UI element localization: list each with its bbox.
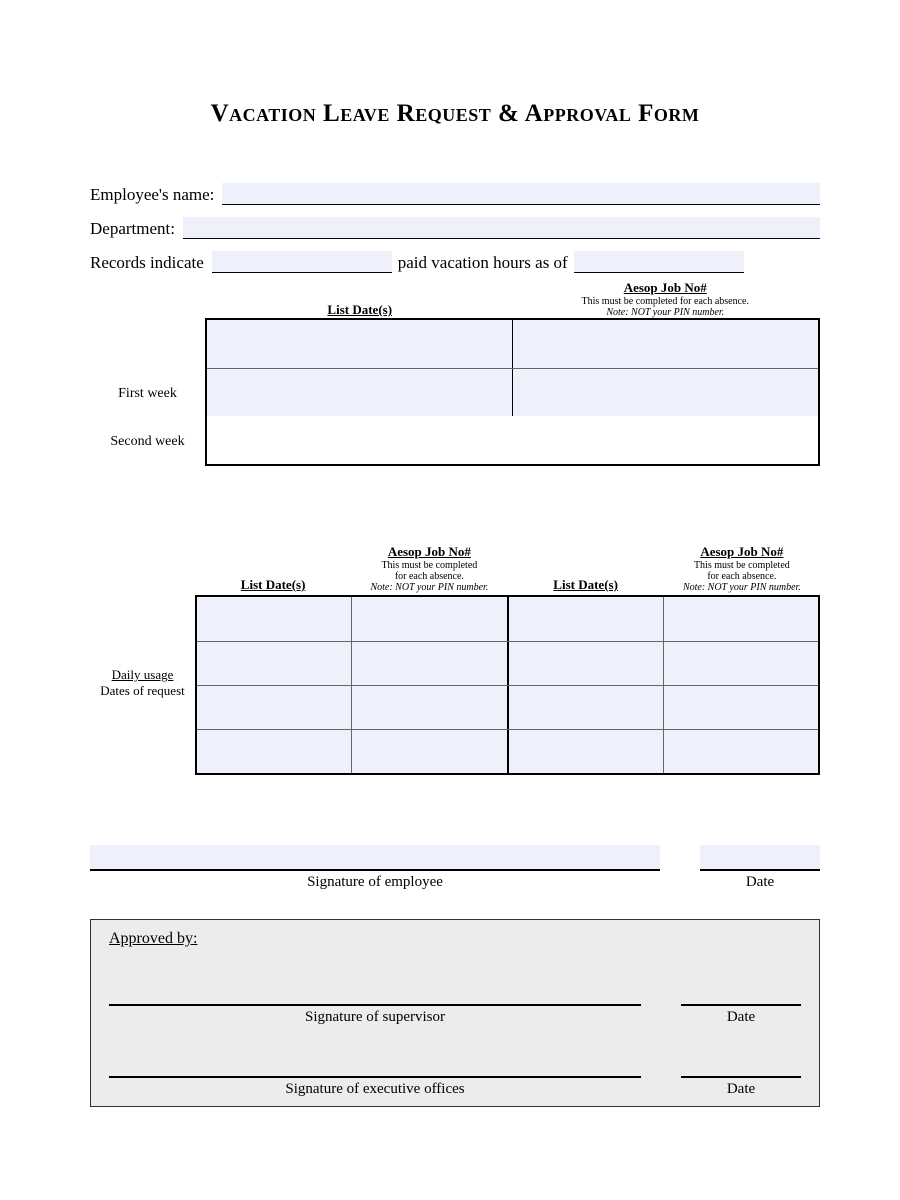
executive-date-input[interactable] [681, 1030, 801, 1078]
week-col-job-header: Aesop Job No# [513, 280, 819, 296]
daily-col1-date-header: List Date(s) [195, 577, 351, 593]
daily-r4c4[interactable] [663, 730, 818, 773]
employee-name-label: Employee's name: [90, 185, 214, 205]
daily-r4c2[interactable] [351, 730, 506, 773]
department-input[interactable] [183, 217, 820, 239]
week-row1-label: First week [90, 370, 205, 418]
week1-job-input[interactable] [512, 320, 818, 368]
daily-col2-job-header: Aesop Job No# [664, 544, 820, 560]
daily-r2c3[interactable] [507, 642, 663, 685]
daily-r3c4[interactable] [663, 686, 818, 729]
week-table: First week Second week List Date(s) Aeso… [90, 318, 820, 466]
approved-by-label: Approved by: [109, 930, 801, 948]
daily-col2-job-sub2: for each absence. [664, 571, 820, 582]
daily-col2-job-sub3: Note: NOT your PIN number. [664, 582, 820, 593]
daily-r2c4[interactable] [663, 642, 818, 685]
daily-col1-job-sub2: for each absence. [351, 571, 507, 582]
daily-r3c3[interactable] [507, 686, 663, 729]
employee-signature-label: Signature of employee [90, 871, 660, 891]
daily-col1-job-header: Aesop Job No# [351, 544, 507, 560]
supervisor-date-label: Date [681, 1006, 801, 1026]
daily-col1-job-sub3: Note: NOT your PIN number. [351, 582, 507, 593]
records-label: Records indicate [90, 253, 204, 273]
daily-col2-date-header: List Date(s) [508, 577, 664, 593]
week2-job-input[interactable] [512, 369, 818, 416]
approval-box: Approved by: Signature of supervisor Dat… [90, 919, 820, 1107]
daily-usage-table: Daily usage Dates of request List Date(s… [90, 521, 820, 775]
week1-date-input[interactable] [207, 320, 512, 368]
form-title: Vacation Leave Request & Approval Form [90, 100, 820, 128]
daily-r3c1[interactable] [197, 686, 351, 729]
executive-signature-input[interactable] [109, 1030, 641, 1078]
employee-signature-date-input[interactable] [700, 845, 820, 871]
week-col-job-sub2: Note: NOT your PIN number. [513, 307, 819, 318]
daily-r4c1[interactable] [197, 730, 351, 773]
daily-r4c3[interactable] [507, 730, 663, 773]
employee-name-row: Employee's name: [90, 183, 820, 205]
daily-r3c2[interactable] [351, 686, 506, 729]
daily-col2-job-sub1: This must be completed [664, 560, 820, 571]
supervisor-signature-label: Signature of supervisor [109, 1006, 641, 1026]
week-col-dates-header: List Date(s) [207, 302, 513, 318]
daily-side-label2: Dates of request [100, 683, 184, 699]
week2-date-input[interactable] [207, 369, 512, 416]
employee-name-input[interactable] [222, 183, 820, 205]
supervisor-signature-input[interactable] [109, 958, 641, 1006]
department-label: Department: [90, 219, 175, 239]
week-col-job-sub1: This must be completed for each absence. [513, 296, 819, 307]
supervisor-date-input[interactable] [681, 958, 801, 1006]
daily-r2c2[interactable] [351, 642, 506, 685]
employee-signature-row: Signature of employee Date [90, 845, 820, 891]
daily-r1c1[interactable] [197, 597, 351, 641]
daily-r1c3[interactable] [507, 597, 663, 641]
daily-r2c1[interactable] [197, 642, 351, 685]
daily-r1c4[interactable] [663, 597, 818, 641]
executive-signature-label: Signature of executive offices [109, 1078, 641, 1098]
week-row2-label: Second week [90, 418, 205, 466]
daily-r1c2[interactable] [351, 597, 506, 641]
employee-signature-date-label: Date [700, 871, 820, 891]
daily-side-label1: Daily usage [112, 667, 174, 683]
executive-date-label: Date [681, 1078, 801, 1098]
daily-col1-job-sub1: This must be completed [351, 560, 507, 571]
employee-signature-input[interactable] [90, 845, 660, 871]
department-row: Department: [90, 217, 820, 239]
